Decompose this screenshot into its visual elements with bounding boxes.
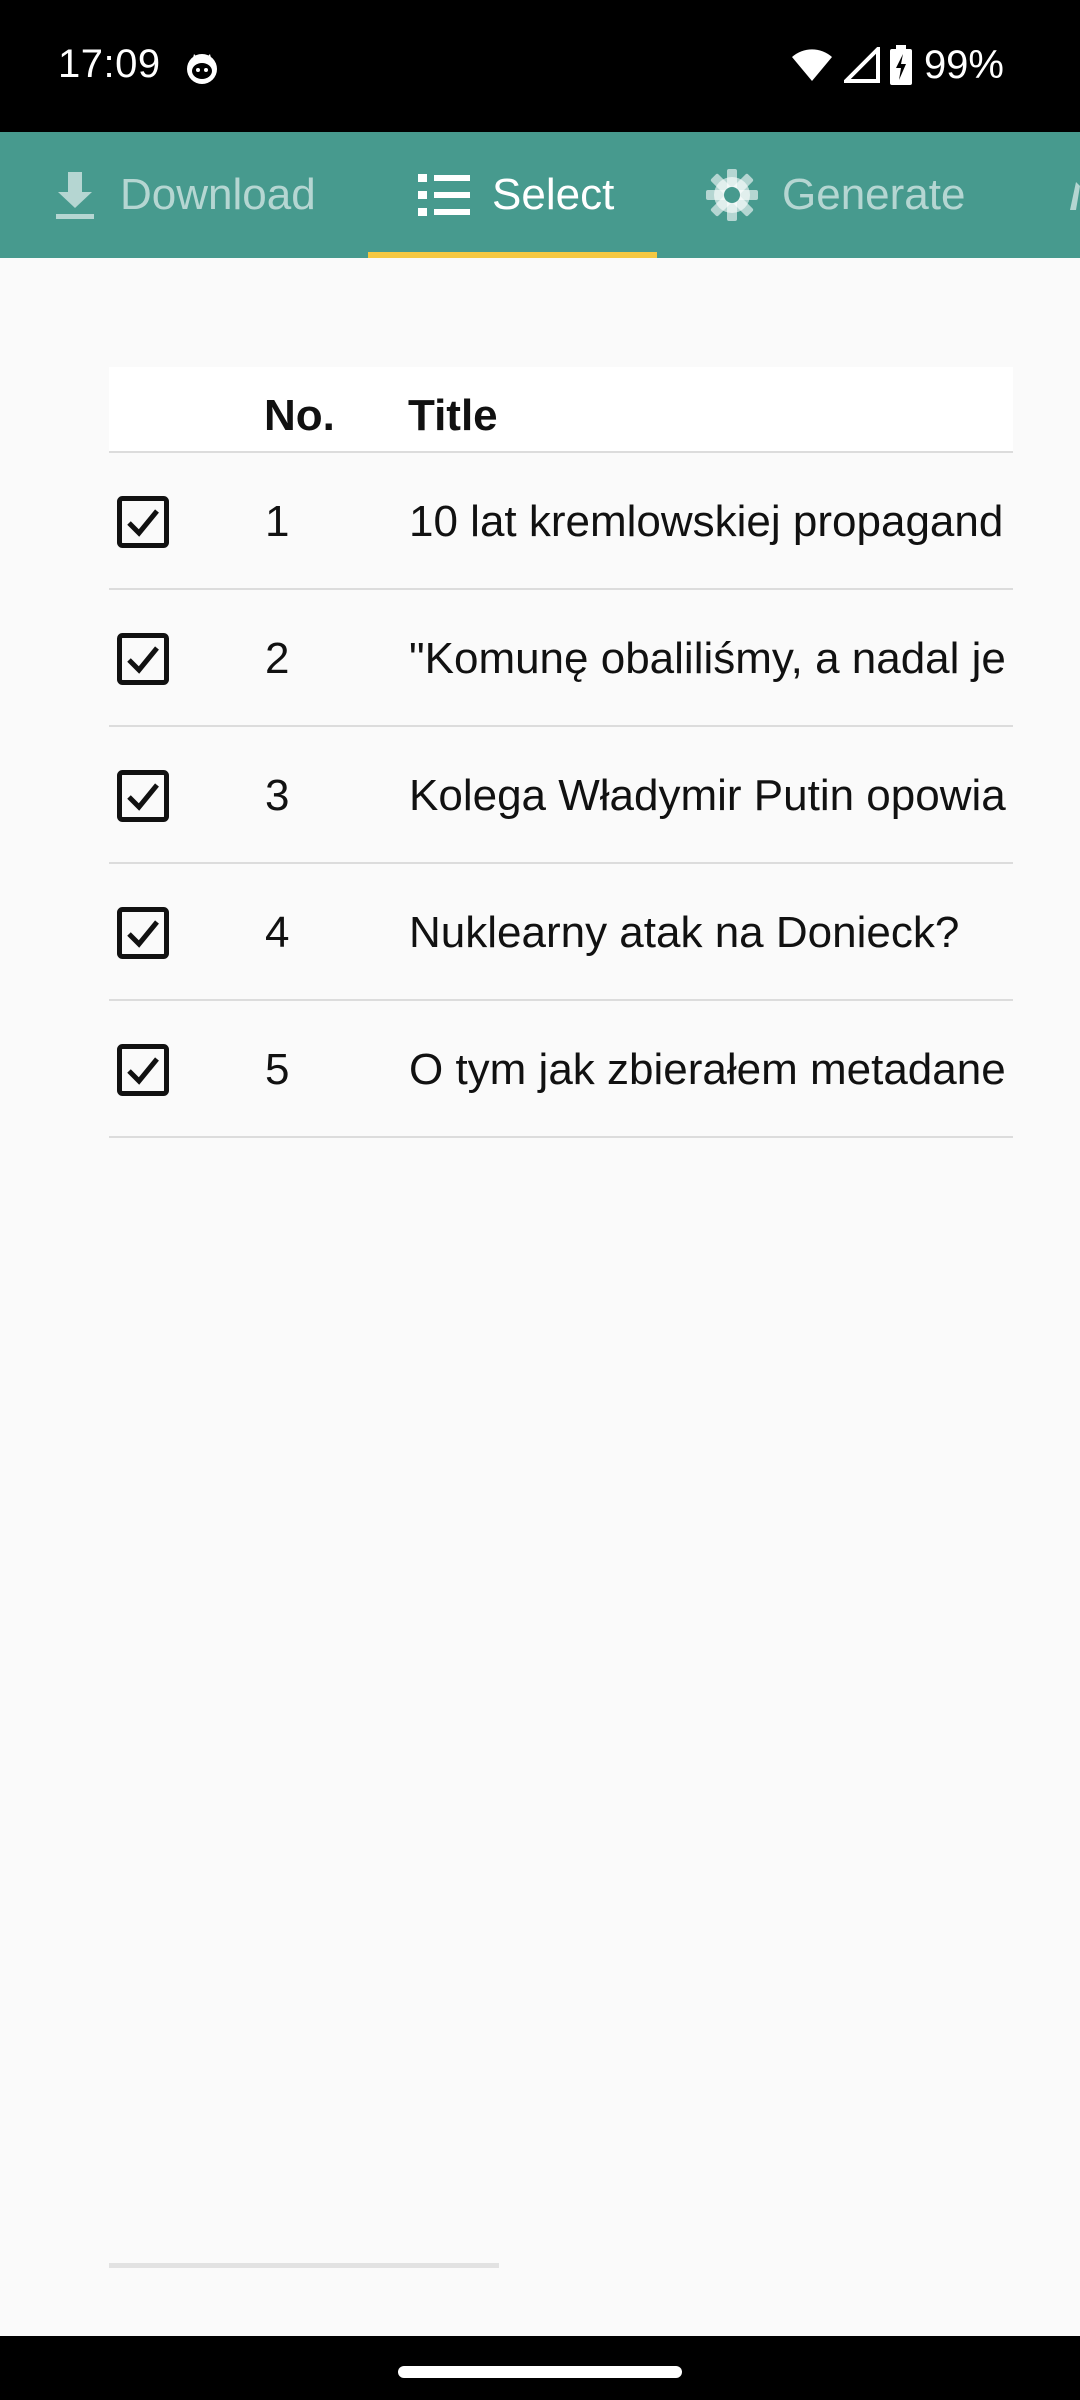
tab-select-label: Select	[492, 170, 615, 219]
table-row[interactable]: 5 O tym jak zbierałem metadane	[109, 1001, 1013, 1138]
row-number: 4	[265, 908, 290, 957]
row-title: Kolega Władymir Putin opowia	[409, 771, 1006, 820]
row-title: 10 lat kremlowskiej propagand	[409, 497, 1004, 546]
checkbox-checked-icon[interactable]	[117, 770, 169, 822]
horizontal-scrollbar[interactable]	[109, 2263, 499, 2268]
checkbox-checked-icon[interactable]	[117, 1044, 169, 1096]
partial-tab-icon	[1070, 182, 1080, 210]
selection-table: No. Title 1 10 lat kremlowskiej propagan…	[109, 367, 1013, 1138]
table-header: No. Title	[109, 367, 1013, 453]
navigation-bar	[0, 2336, 1080, 2400]
column-header-number: No.	[264, 391, 335, 440]
table-row[interactable]: 2 "Komunę obaliliśmy, a nadal je	[109, 590, 1013, 727]
row-number: 1	[265, 497, 290, 546]
tab-bar: Download Select Generate	[0, 132, 1080, 258]
tab-download-label: Download	[120, 170, 316, 219]
tab-more-partial[interactable]	[1066, 132, 1080, 258]
tab-generate[interactable]: Generate	[704, 132, 965, 258]
table-row[interactable]: 1 10 lat kremlowskiej propagand	[109, 453, 1013, 590]
battery-percent: 99%	[923, 42, 1004, 87]
table-row[interactable]: 3 Kolega Władymir Putin opowia	[109, 727, 1013, 864]
active-tab-indicator	[368, 252, 657, 258]
cat-face-icon	[187, 54, 217, 84]
wifi-icon	[791, 49, 832, 81]
battery-charging-icon	[889, 45, 912, 85]
download-icon	[56, 172, 94, 219]
table-row[interactable]: 4 Nuklearny atak na Donieck?	[109, 864, 1013, 1001]
checkbox-checked-icon[interactable]	[117, 907, 169, 959]
tab-generate-label: Generate	[782, 170, 966, 219]
row-title: "Komunę obaliliśmy, a nadal je	[409, 634, 1006, 683]
column-header-title: Title	[408, 391, 498, 440]
row-number: 2	[265, 634, 290, 683]
status-time: 17:09	[58, 42, 161, 86]
status-icons: 99%	[790, 40, 1004, 90]
row-title: O tym jak zbierałem metadane	[409, 1045, 1006, 1094]
checkbox-checked-icon[interactable]	[117, 633, 169, 685]
row-number: 3	[265, 771, 290, 820]
checkbox-checked-icon[interactable]	[117, 496, 169, 548]
row-title: Nuklearny atak na Donieck?	[409, 908, 960, 957]
tab-download[interactable]: Download	[52, 132, 316, 258]
gear-icon	[706, 169, 758, 221]
tab-select[interactable]: Select	[418, 132, 614, 258]
list-icon	[418, 174, 470, 216]
status-bar: 17:09 99%	[0, 0, 1080, 132]
home-gesture-handle[interactable]	[398, 2366, 682, 2378]
row-number: 5	[265, 1045, 290, 1094]
cell-signal-icon	[843, 47, 880, 83]
